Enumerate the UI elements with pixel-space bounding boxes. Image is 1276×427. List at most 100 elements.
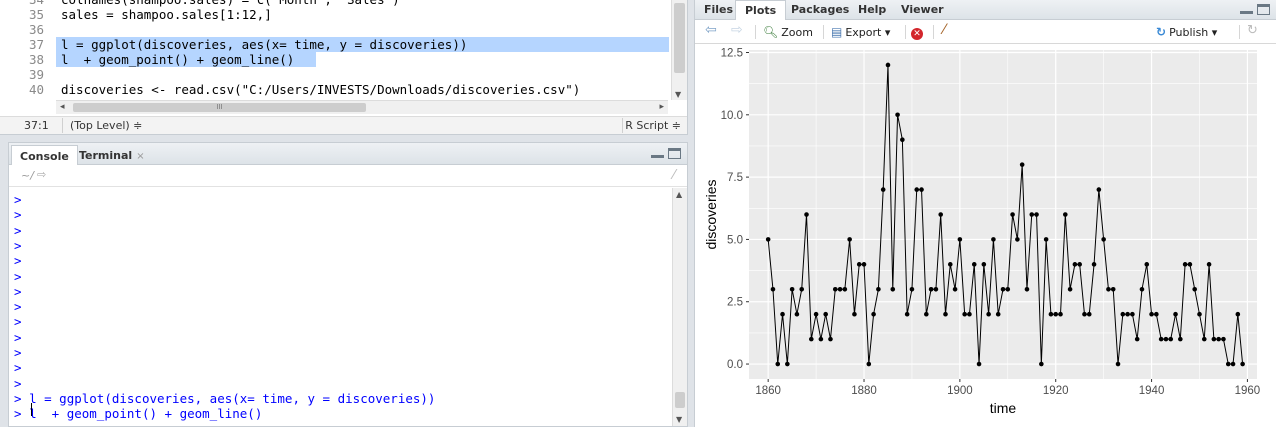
scrollbar-thumb[interactable] <box>675 392 685 408</box>
code-text: l + geom_point() + geom_line() <box>61 52 295 67</box>
cursor-position: 37:1 <box>24 119 49 132</box>
rstudio-window: 34 colnames(shampoo.sales) = c("Month", "… <box>0 0 1276 427</box>
data-point <box>895 112 900 118</box>
data-point <box>1182 262 1188 267</box>
data-point <box>789 286 795 292</box>
scroll-right-icon[interactable]: ▸ <box>659 102 664 112</box>
data-point <box>794 311 800 317</box>
console-prompt[interactable]: > <box>14 422 22 427</box>
data-point <box>1106 286 1111 292</box>
data-point <box>1206 262 1212 267</box>
scroll-up-icon[interactable]: ▲ <box>676 190 682 199</box>
file-type-dropdown[interactable]: R Script ≑ <box>625 119 681 132</box>
close-icon[interactable]: × <box>136 151 144 162</box>
console-command: l + geom_point() + geom_line() <box>29 406 263 422</box>
scrollbar-thumb[interactable] <box>674 3 685 73</box>
divider <box>823 25 824 39</box>
tab-packages[interactable]: Packages <box>782 0 858 20</box>
tab-label: Files <box>704 3 734 16</box>
line-number: 36 <box>28 22 44 37</box>
x-axis-title: time <box>990 400 1017 416</box>
data-point <box>1197 311 1202 317</box>
data-point <box>1187 262 1193 267</box>
editor-vertical-scrollbar[interactable]: ▼ <box>671 0 687 100</box>
zoom-button[interactable]: 🔍︎ Zoom <box>763 24 813 40</box>
zoom-icon: 🔍︎ <box>763 25 779 39</box>
go-to-directory-icon[interactable]: ⇨ <box>37 168 46 181</box>
tab-terminal[interactable]: Terminal × <box>71 145 153 165</box>
remove-plot-icon: ✕ <box>911 28 923 40</box>
next-plot-icon[interactable]: ⇨ <box>731 22 743 38</box>
data-point <box>1201 336 1207 342</box>
code-area[interactable]: 34 colnames(shampoo.sales) = c("Month", "… <box>0 0 671 100</box>
console-prompt: > <box>14 329 22 345</box>
divider <box>755 25 756 39</box>
line-number: 39 <box>28 67 44 82</box>
code-line[interactable]: 39 <box>0 67 671 82</box>
scrollbar-thumb[interactable]: III <box>73 103 366 112</box>
data-point <box>770 286 776 292</box>
x-tick-label: 1960 <box>1235 385 1261 397</box>
code-line[interactable]: 34 colnames(shampoo.sales) = c("Month", "… <box>0 0 671 7</box>
tab-viewer[interactable]: Viewer <box>892 0 953 20</box>
data-point <box>1134 336 1140 342</box>
editor-horizontal-scrollbar[interactable]: ◂ III ▸ <box>56 100 668 114</box>
minimize-icon[interactable] <box>1240 4 1253 14</box>
previous-plot-icon[interactable]: ⇦ <box>705 22 717 38</box>
y-tick-label: 5.0 <box>727 234 743 246</box>
publish-icon: ↻ <box>1156 25 1167 39</box>
data-point <box>856 262 862 267</box>
refresh-icon[interactable]: ↻ <box>1247 23 1258 39</box>
export-button[interactable]: ▤ Export ▾ <box>831 24 890 40</box>
y-tick-label: 2.5 <box>727 297 743 309</box>
scope-dropdown[interactable]: (Top Level) ≑ <box>70 119 142 132</box>
data-point <box>1130 311 1135 317</box>
scroll-down-icon[interactable]: ▼ <box>675 90 681 99</box>
minimize-icon[interactable] <box>651 148 664 158</box>
data-point <box>1082 311 1087 317</box>
data-point <box>1154 311 1159 317</box>
clear-all-plots-icon[interactable]: ⁄ <box>943 22 945 38</box>
clear-console-icon[interactable]: ⁄ <box>673 168 675 183</box>
tab-help[interactable]: Help <box>849 0 895 20</box>
data-point <box>1101 237 1106 242</box>
console-command: l = ggplot(discoveries, aes(x= time, y =… <box>29 390 436 406</box>
code-line[interactable]: 38 l + geom_point() + geom_line() <box>0 52 671 67</box>
scroll-down-icon[interactable]: ▼ <box>676 415 682 424</box>
data-point <box>957 237 963 242</box>
data-point <box>1225 361 1231 367</box>
data-point <box>1149 311 1154 317</box>
data-point <box>1048 311 1054 317</box>
code-line[interactable]: 35 sales = shampoo.sales[1:12,] <box>0 7 671 22</box>
tab-console[interactable]: Console <box>11 145 78 166</box>
publish-button[interactable]: ↻ Publish ▾ <box>1156 24 1217 40</box>
console-prompt: > <box>14 222 22 238</box>
plots-pane: Files Plots Packages Help Viewer ⇦ ⇨ 🔍︎ Z… <box>694 0 1276 427</box>
code-line[interactable]: 37 l = ggplot(discoveries, aes(x= time, y… <box>0 37 671 52</box>
data-point <box>1144 262 1150 267</box>
data-point <box>1120 311 1126 317</box>
y-tick-label: 0.0 <box>727 359 743 371</box>
code-line[interactable]: 36 <box>0 22 671 37</box>
data-point <box>1192 286 1197 292</box>
pane-window-controls <box>1240 4 1270 16</box>
data-point <box>1173 311 1178 317</box>
tab-plots[interactable]: Plots <box>735 0 787 21</box>
data-point <box>1163 336 1169 342</box>
data-point <box>1125 311 1130 317</box>
console-output[interactable]: > > > > > > > > > > > > > > l = ggplot(discoveries, a… <box>9 188 672 426</box>
code-line[interactable]: 40 discoveries <- read.csv("C:/Users/INVE… <box>0 82 671 97</box>
data-point <box>837 286 843 292</box>
maximize-icon[interactable] <box>668 148 681 159</box>
data-point <box>1015 237 1020 242</box>
data-point <box>962 311 967 317</box>
scroll-left-icon[interactable]: ◂ <box>60 102 65 112</box>
data-point <box>1168 336 1174 342</box>
remove-plot-button[interactable]: ✕ <box>911 25 923 41</box>
maximize-icon[interactable] <box>1257 4 1270 15</box>
console-vertical-scrollbar[interactable]: ▲ ▼ <box>672 188 687 426</box>
plot-canvas: 1860 1880 1900 1920 1940 1960 0.0 2.5 5.0 7.5 10.0… <box>695 45 1276 427</box>
code-text: sales = shampoo.sales[1:12,] <box>61 7 272 22</box>
console-pane: Console Terminal × ~/ ⇨ ⁄ > > > > > > > > > > > > > > … <box>8 142 688 427</box>
data-point <box>823 311 828 317</box>
